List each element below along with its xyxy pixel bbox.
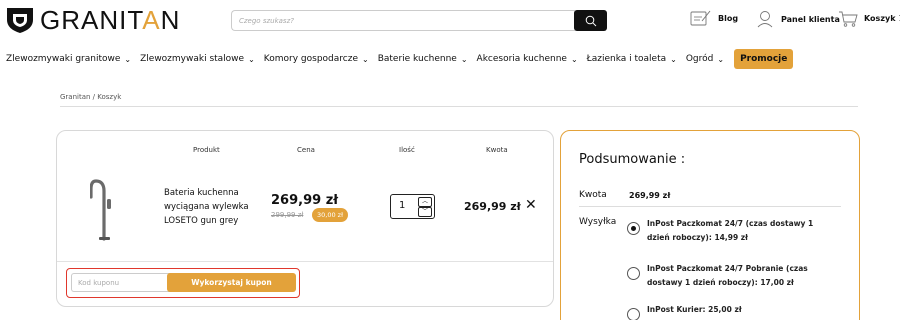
nav-item-baterie-kuchenne[interactable]: Baterie kuchenne ⌄: [378, 54, 468, 64]
product-name[interactable]: Bateria kuchenna wyciągana wylewka LOSET…: [164, 186, 264, 228]
quantity-stepper[interactable]: 1 ︿ ﹀: [390, 194, 435, 219]
search-bar: [231, 10, 607, 31]
chevron-down-icon: ⌄: [717, 54, 725, 64]
cart-divider: [57, 261, 553, 262]
shield-logo-icon: [7, 8, 33, 33]
user-icon: [757, 11, 773, 28]
account-label: Panel klienta: [781, 14, 840, 24]
chevron-up-icon[interactable]: ︿: [418, 197, 432, 207]
column-header-price: Cena: [297, 146, 315, 154]
nav-item-lazienka-i-toaleta[interactable]: Łazienka i toaleta ⌄: [587, 54, 677, 64]
product-price: 269,99 zł: [271, 193, 339, 208]
nav-item-ogrod[interactable]: Ogród ⌄: [686, 54, 724, 64]
nav-item-akcesoria-kuchenne[interactable]: Akcesoria kuchenne ⌄: [477, 54, 578, 64]
shipping-option-label: InPost Kurier: 25,00 zł: [647, 305, 742, 314]
apply-coupon-button[interactable]: Wykorzystaj kupon: [167, 273, 296, 292]
nav-item-komory-gospodarcze[interactable]: Komory gospodarcze ⌄: [264, 54, 369, 64]
remove-item-icon[interactable]: ✕: [525, 197, 537, 213]
chevron-down-icon: ⌄: [248, 54, 255, 64]
nav-item-zlewozmywaki-granitowe[interactable]: Zlewozmywaki granitowe ⌄: [6, 54, 131, 64]
shipping-option-label: InPost Paczkomat 24/7 (czas dostawy 1 dz…: [647, 219, 814, 242]
search-button[interactable]: [574, 10, 607, 31]
main-nav: Zlewozmywaki granitowe ⌄ Zlewozmywaki sta…: [0, 48, 794, 70]
shipping-option-paczkomat[interactable]: InPost Paczkomat 24/7 (czas dostawy 1 dz…: [627, 217, 832, 245]
cart-link[interactable]: Koszyk 1: [838, 10, 900, 27]
blog-link[interactable]: Blog: [690, 9, 738, 27]
summary-amount-value: 269,99 zł: [629, 191, 671, 200]
account-link[interactable]: Panel klienta: [757, 10, 840, 28]
chevron-down-icon: ⌄: [124, 54, 132, 64]
search-input[interactable]: [231, 10, 575, 31]
cart-icon: [839, 11, 858, 27]
search-icon: [585, 15, 596, 26]
line-total: 269,99 zł: [464, 200, 521, 213]
shipping-option-label: InPost Paczkomat 24/7 Pobranie (czas dos…: [647, 264, 808, 287]
column-header-qty: Ilość: [399, 146, 415, 154]
nav-item-zlewozmywaki-stalowe[interactable]: Zlewozmywaki stalowe ⌄: [140, 54, 255, 64]
chevron-down-icon: ⌄: [460, 54, 468, 64]
summary-amount-label: Kwota: [579, 190, 607, 200]
radio-button[interactable]: [627, 267, 640, 280]
notepad-pen-icon: [690, 10, 711, 26]
chevron-down-icon[interactable]: ﹀: [418, 207, 432, 217]
breadcrumb[interactable]: Granitan / Koszyk: [60, 93, 121, 101]
chevron-down-icon: ⌄: [670, 54, 677, 64]
product-image[interactable]: [90, 177, 120, 241]
coupon-form: Wykorzystaj kupon: [66, 268, 300, 298]
shipping-option-paczkomat-pobranie[interactable]: InPost Paczkomat 24/7 Pobranie (czas dos…: [627, 262, 832, 290]
promo-button[interactable]: Promocje: [734, 49, 794, 69]
radio-button[interactable]: [627, 222, 640, 235]
summary-divider: [579, 206, 841, 207]
shipping-option-kurier[interactable]: InPost Kurier: 25,00 zł: [627, 303, 832, 320]
column-header-total: Kwota: [486, 146, 508, 154]
divider: [60, 106, 858, 107]
shipping-label: Wysyłka: [579, 217, 617, 227]
discount-badge: 30,00 zł: [312, 208, 348, 222]
column-header-product: Produkt: [193, 146, 220, 154]
summary-title: Podsumowanie :: [579, 152, 686, 167]
chevron-down-icon: ⌄: [362, 54, 369, 64]
coupon-input[interactable]: [71, 273, 170, 292]
blog-label: Blog: [718, 13, 739, 23]
logo[interactable]: GRANITAN: [5, 4, 181, 35]
chevron-down-icon: ⌄: [570, 54, 578, 64]
cart-label: Koszyk: [864, 14, 896, 23]
logo-text: GRANITAN: [40, 4, 181, 35]
order-summary: Podsumowanie : Kwota 269,99 zł Wysyłka I…: [560, 130, 860, 320]
cart-table: Produkt Cena Ilość Kwota Bateria kuchenn…: [56, 130, 554, 307]
old-price: 299,99 zł: [271, 211, 304, 219]
quantity-value[interactable]: 1: [399, 200, 405, 211]
radio-button[interactable]: [627, 308, 640, 320]
